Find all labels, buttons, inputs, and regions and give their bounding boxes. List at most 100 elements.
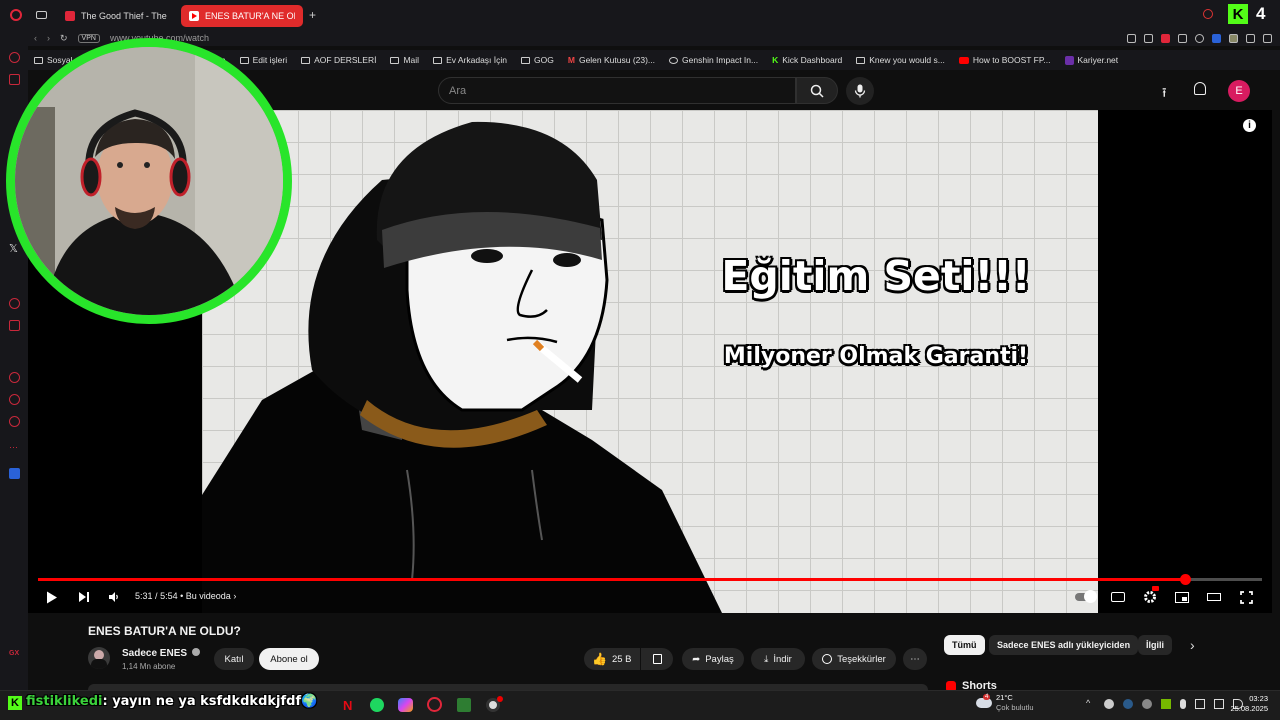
- sidebar-extensions-icon[interactable]: [9, 394, 20, 405]
- subtitles-button[interactable]: [1110, 589, 1126, 605]
- sidebar-wallet-icon[interactable]: [9, 320, 20, 331]
- sidebar-clock-icon[interactable]: [9, 372, 20, 383]
- sidebar-player-icon[interactable]: [9, 298, 20, 309]
- youtube-icon: [958, 56, 969, 64]
- upload-icon[interactable]: ⭱: [1162, 84, 1167, 106]
- vpn-badge[interactable]: VPN: [77, 33, 100, 43]
- search-tabs-icon[interactable]: [1203, 9, 1213, 19]
- download-icon[interactable]: [1246, 33, 1255, 43]
- sidebar-app-icon[interactable]: [9, 468, 20, 479]
- bookmark-kick[interactable]: K Kick Dashboard: [772, 55, 842, 65]
- fullscreen-button[interactable]: [1238, 589, 1254, 605]
- chip-related[interactable]: İlgili: [1138, 635, 1172, 655]
- back-icon[interactable]: ‹: [34, 33, 37, 43]
- more-actions-button[interactable]: ⋯: [903, 648, 927, 670]
- opera-logo-icon[interactable]: [10, 9, 22, 21]
- gear-icon: [1144, 591, 1156, 603]
- fullscreen-icon: [1239, 590, 1253, 604]
- taskbar-terminal-icon[interactable]: [457, 698, 471, 712]
- profile-icon[interactable]: [1229, 33, 1238, 43]
- sidebar-settings-icon[interactable]: [9, 416, 20, 427]
- miniplayer-button[interactable]: [1174, 589, 1190, 605]
- bookmark-heart-icon[interactable]: [1195, 33, 1204, 43]
- tab-youtube-active[interactable]: ENES BATUR'A NE OLDU?: [181, 5, 303, 27]
- info-icon[interactable]: i: [1243, 119, 1256, 132]
- workspaces-icon[interactable]: [36, 11, 47, 19]
- subscribe-button[interactable]: Abone ol: [259, 648, 319, 670]
- sidebar-x-icon[interactable]: 𝕏: [9, 244, 20, 255]
- chip-all[interactable]: Tümü: [944, 635, 985, 655]
- genshin-icon: [669, 56, 679, 64]
- menu-icon[interactable]: [1263, 33, 1272, 43]
- new-tab-button[interactable]: +: [309, 8, 316, 22]
- browser-toolbar-icons: [1127, 30, 1272, 46]
- bookmark-aof[interactable]: AOF DERSLERİ: [301, 55, 376, 65]
- channel-avatar[interactable]: [88, 647, 110, 669]
- taskbar-opera-icon[interactable]: [427, 697, 442, 712]
- reload-icon[interactable]: ↻: [60, 33, 68, 44]
- bookmark-ev[interactable]: Ev Arkadaşı İçin: [433, 55, 507, 65]
- bookmark-knew[interactable]: Knew you would s...: [856, 55, 945, 65]
- join-button[interactable]: Katıl: [214, 648, 254, 670]
- snapshot-icon[interactable]: [1144, 33, 1153, 43]
- bookmark-edit[interactable]: Edit işleri: [239, 55, 287, 65]
- chapter-label[interactable]: Bu videoda: [186, 591, 231, 601]
- pocket-icon[interactable]: [1161, 33, 1170, 43]
- bookmark-boost[interactable]: How to BOOST FP...: [958, 55, 1051, 65]
- theater-mode-button[interactable]: [1206, 589, 1222, 605]
- chips-next-icon[interactable]: ›: [1190, 637, 1195, 653]
- taskbar-netflix-icon[interactable]: N: [343, 698, 352, 713]
- play-button[interactable]: [44, 589, 60, 605]
- voice-search-button[interactable]: [846, 77, 874, 105]
- volume-button[interactable]: [106, 589, 122, 605]
- microphone-icon: [854, 84, 866, 98]
- miniplayer-icon: [1175, 591, 1189, 603]
- chip-from-uploader[interactable]: Sadece ENES adlı yükleyiciden: [989, 635, 1139, 655]
- taskbar-spotify-icon[interactable]: [370, 698, 384, 712]
- bookmark-kariyer[interactable]: Kariyer.net: [1064, 55, 1118, 65]
- volume-icon: [109, 592, 118, 602]
- weather-widget[interactable]: 4 21°C Çok bulutlu: [976, 693, 1034, 713]
- tray-obs-icon[interactable]: [1142, 699, 1152, 709]
- tray-chevron-icon[interactable]: ^: [1086, 698, 1090, 708]
- time-current: 5:31: [135, 591, 153, 601]
- sidebar-gx-icon[interactable]: GX: [9, 650, 20, 661]
- search-button[interactable]: [796, 77, 838, 104]
- clock[interactable]: 03:23 25.08.2025: [1228, 694, 1268, 714]
- bookmark-genshin[interactable]: Genshin Impact In...: [669, 55, 758, 65]
- tab-label: ENES BATUR'A NE OLDU?: [205, 11, 295, 21]
- send-icon[interactable]: [1178, 33, 1187, 43]
- tray-mic-icon[interactable]: [1180, 699, 1186, 709]
- search-input[interactable]: Ara: [438, 77, 796, 104]
- kick-extension-icon[interactable]: K: [1228, 4, 1248, 24]
- taskbar-copilot-icon[interactable]: [398, 698, 413, 712]
- tray-network-icon[interactable]: [1214, 699, 1224, 709]
- thanks-button[interactable]: Teşekkürler: [812, 648, 896, 670]
- next-button[interactable]: [76, 589, 92, 605]
- bookmark-gog[interactable]: GOG: [521, 55, 554, 65]
- bookmark-gmail[interactable]: M Gelen Kutusu (23)...: [568, 55, 655, 65]
- forward-icon[interactable]: ›: [47, 33, 50, 43]
- tray-steam-icon[interactable]: [1123, 699, 1133, 709]
- puzzle-icon[interactable]: [1212, 33, 1221, 43]
- account-avatar[interactable]: E: [1228, 80, 1250, 102]
- like-button[interactable]: 👍 25 B: [584, 648, 640, 670]
- tray-keyboard-icon[interactable]: [1195, 699, 1205, 709]
- download-button[interactable]: ⤓ İndir: [751, 648, 805, 670]
- channel-name[interactable]: Sadece ENES: [122, 648, 200, 659]
- bookmark-mail[interactable]: Mail: [390, 55, 419, 65]
- sidebar-messenger-icon[interactable]: [9, 74, 20, 85]
- share-button[interactable]: ➦ Paylaş: [682, 648, 744, 670]
- dislike-button[interactable]: [641, 648, 673, 670]
- settings-button[interactable]: [1142, 586, 1159, 605]
- autoplay-toggle[interactable]: [1074, 589, 1097, 605]
- extension-icon[interactable]: [1127, 33, 1136, 43]
- progress-scrubber[interactable]: [1180, 574, 1191, 585]
- tab-good-thief[interactable]: The Good Thief - The Offi: [57, 5, 177, 27]
- tray-app-icon[interactable]: [1104, 699, 1114, 709]
- sidebar-history-icon[interactable]: [9, 52, 20, 63]
- sidebar-more-icon[interactable]: ⋯: [9, 442, 20, 453]
- notifications-bell-icon[interactable]: [1194, 82, 1206, 95]
- tray-nvidia-icon[interactable]: [1161, 699, 1171, 709]
- thumbs-down-icon: [652, 654, 662, 664]
